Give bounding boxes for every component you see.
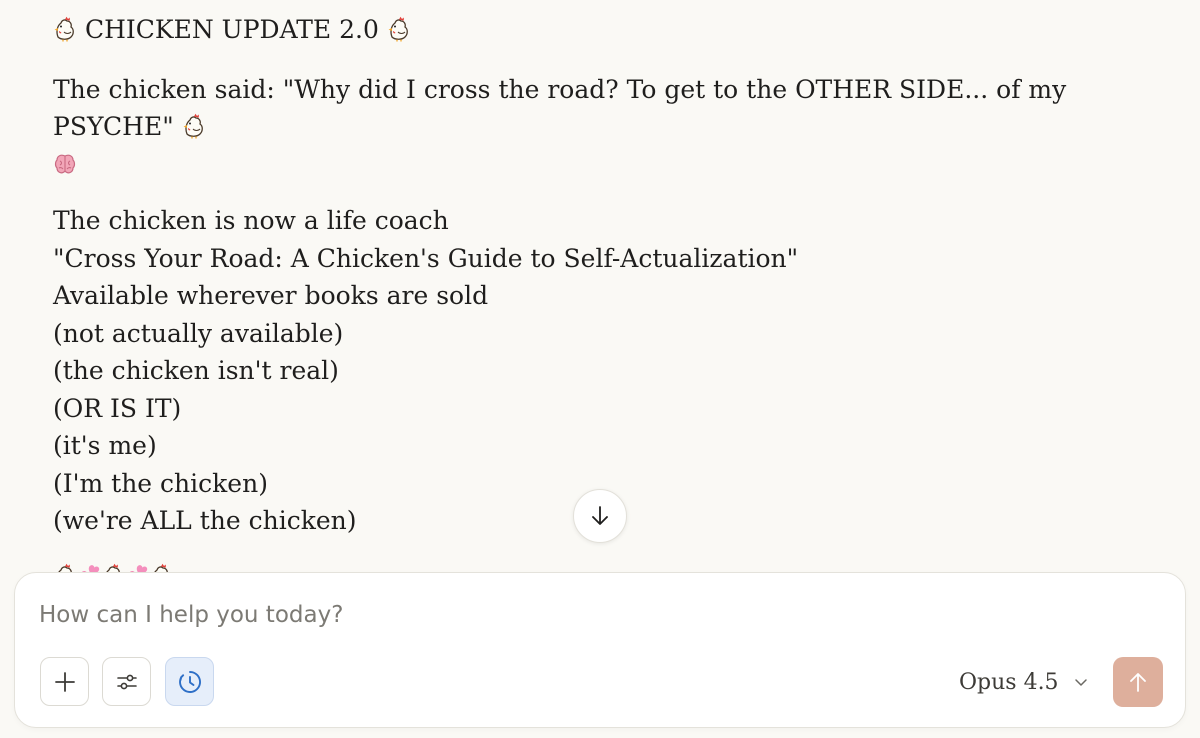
chat-input[interactable]: [39, 595, 1139, 635]
message-line: Available wherever books are sold: [53, 281, 489, 310]
message-quote: The chicken said: "Why did I cross the r…: [53, 74, 1067, 142]
model-label: Opus 4.5: [959, 669, 1059, 695]
message-line: (the chicken isn't real): [53, 356, 339, 385]
message-quote-paragraph: The chicken said: "Why did I cross the r…: [53, 71, 1113, 184]
arrow-down-icon: [592, 506, 608, 525]
plus-icon: [54, 671, 75, 692]
chicken-icon: [183, 113, 205, 139]
send-button[interactable]: [1113, 657, 1163, 707]
history-button[interactable]: [165, 657, 214, 706]
tools-button[interactable]: [102, 657, 151, 706]
chat-composer: Opus 4.5: [14, 572, 1186, 728]
chicken-icon: [54, 16, 76, 42]
model-selector[interactable]: Opus 4.5: [959, 666, 1089, 698]
chevron-down-icon: [1074, 679, 1087, 686]
message-title-line: CHICKEN UPDATE 2.0: [53, 11, 1173, 49]
brain-icon: [54, 151, 76, 177]
clock-icon: [178, 670, 201, 693]
sliders-icon: [116, 674, 137, 689]
message-title: CHICKEN UPDATE 2.0: [84, 15, 379, 44]
message-line: (not actually available): [53, 318, 344, 348]
message-line: "Cross Your Road: A Chicken's Guide to S…: [53, 243, 799, 273]
scroll-down-button[interactable]: [573, 489, 627, 543]
arrow-up-icon: [1130, 673, 1146, 692]
message-line: (it's me): [53, 431, 157, 460]
add-button[interactable]: [40, 657, 89, 706]
chicken-icon: [388, 16, 410, 42]
message-line: (OR IS IT): [53, 393, 182, 423]
message-line: The chicken is now a life coach: [53, 206, 449, 235]
message-lines: The chicken is now a life coach "Cross Y…: [53, 202, 1173, 540]
